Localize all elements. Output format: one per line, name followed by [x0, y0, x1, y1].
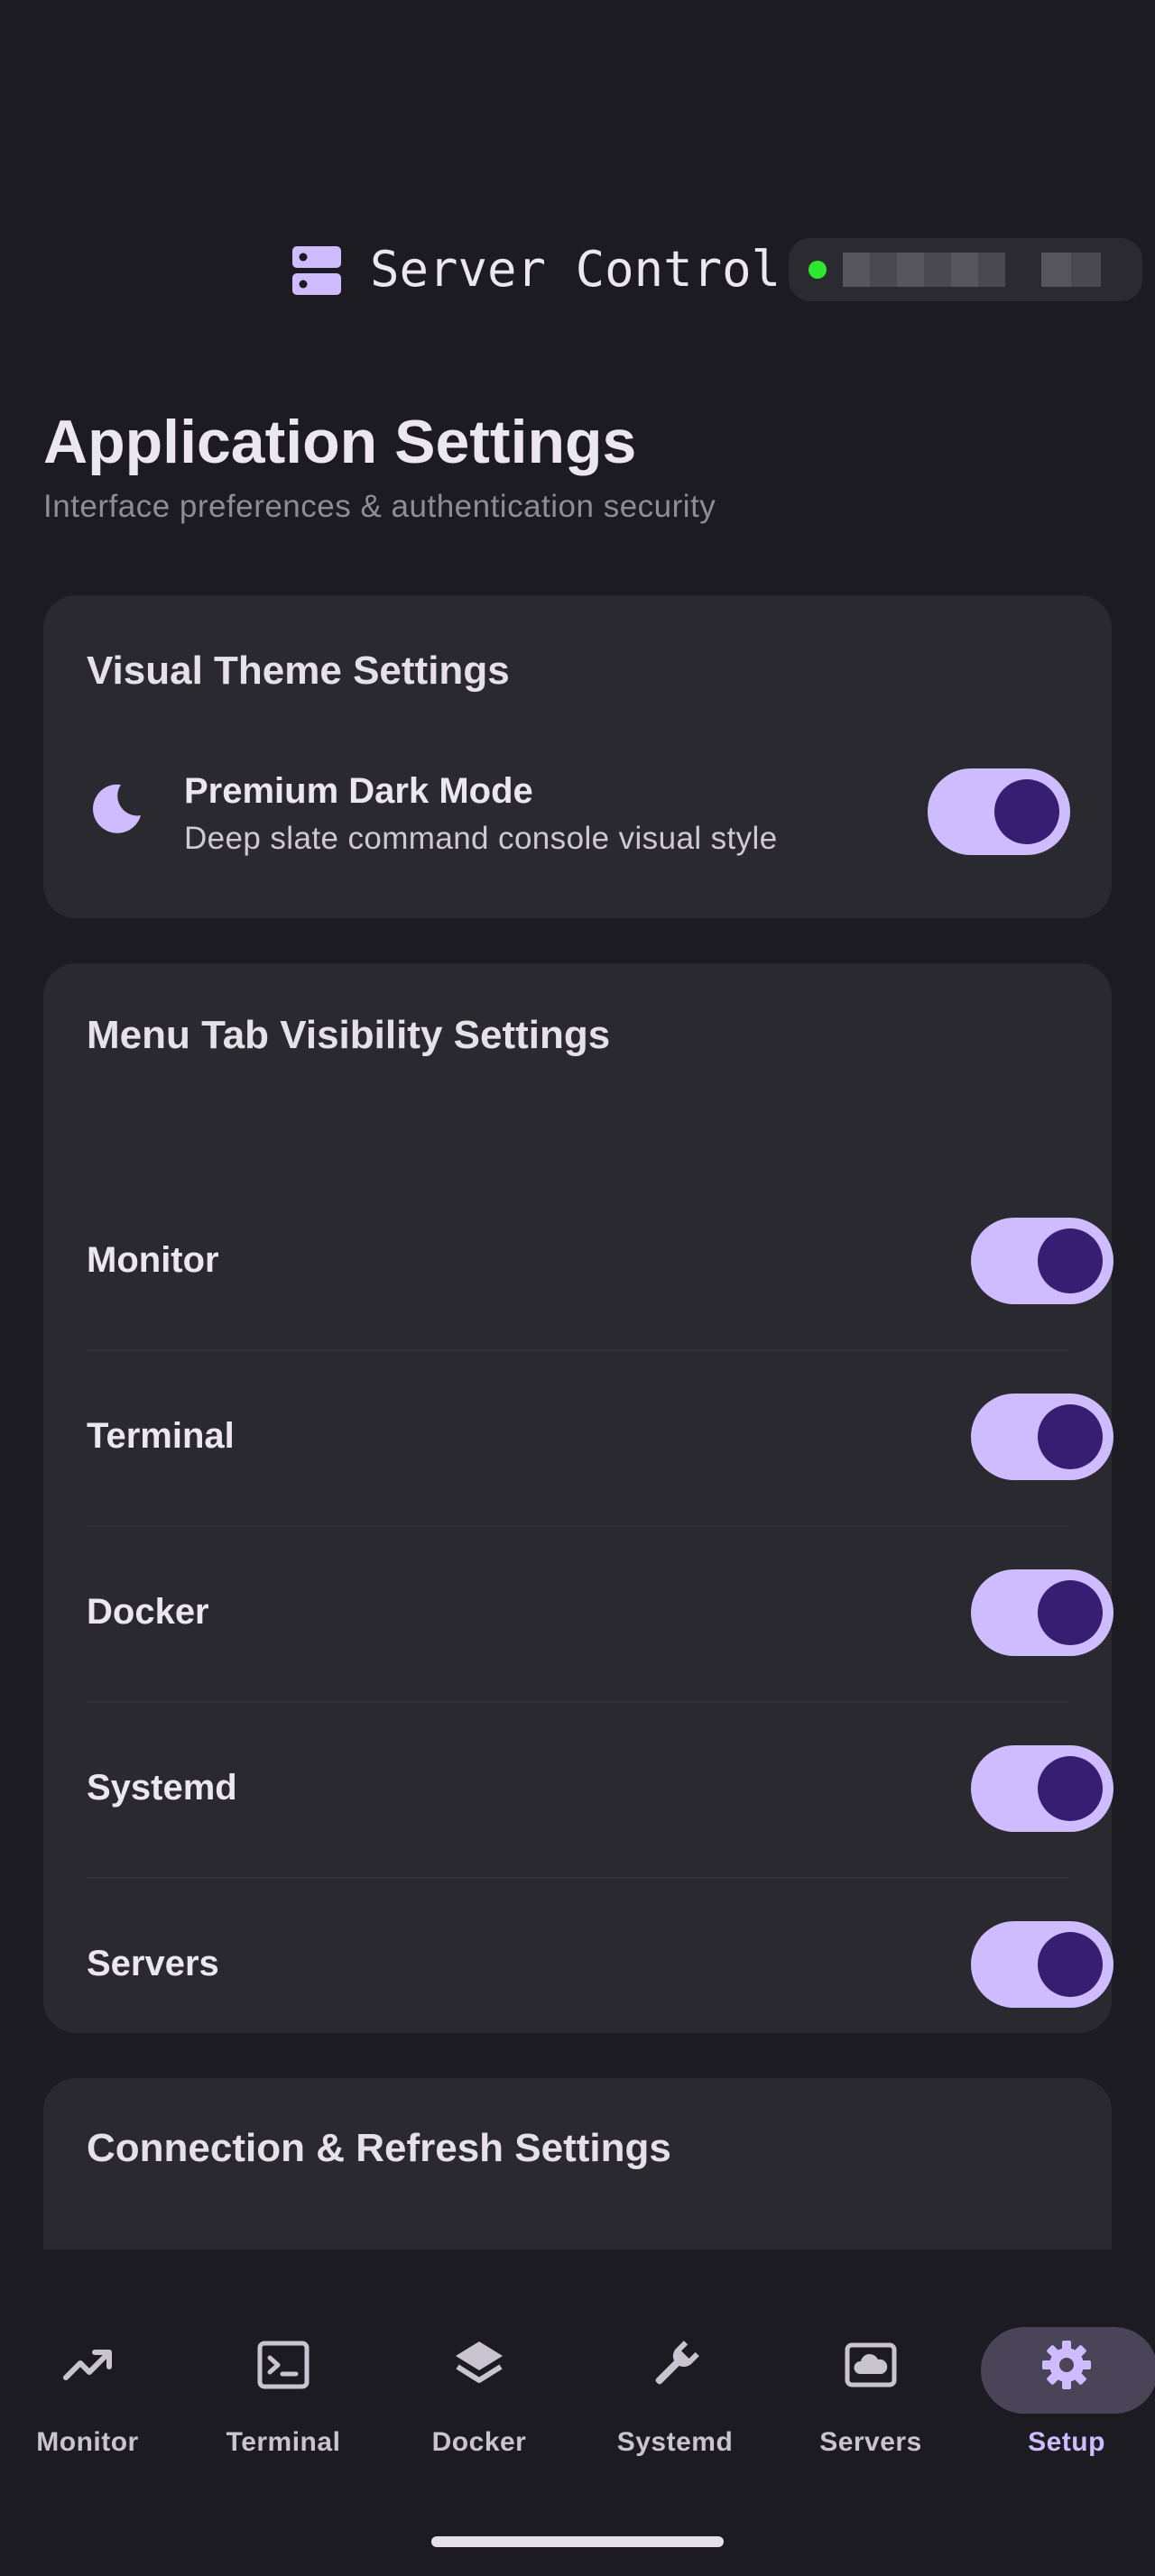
tab-visibility-row-systemd: Systemd — [87, 1702, 1113, 1879]
cloud-screen-icon — [845, 2342, 897, 2387]
tab-visibility-label: Monitor — [87, 1240, 219, 1280]
page-title: Application Settings — [43, 408, 637, 476]
redacted-host-block — [843, 253, 1005, 287]
tab-visibility-row-monitor: Monitor — [87, 1174, 1113, 1351]
terminal-visibility-toggle[interactable] — [971, 1394, 1113, 1480]
tab-visibility-row-servers: Servers — [87, 1878, 1113, 2053]
card-title: Visual Theme Settings — [87, 649, 510, 693]
status-indicator-dot — [808, 261, 827, 279]
tab-visibility-row-docker: Docker — [87, 1526, 1113, 1703]
dark-mode-label: Premium Dark Mode — [184, 771, 533, 811]
nav-label: Monitor — [36, 2427, 139, 2457]
systemd-visibility-toggle[interactable] — [971, 1745, 1113, 1832]
tab-visibility-label: Terminal — [87, 1416, 235, 1456]
toggle-knob — [1038, 1932, 1103, 1997]
trending-up-icon — [63, 2350, 112, 2380]
toggle-knob — [1038, 1580, 1103, 1645]
nav-tab-setup[interactable]: Setup — [976, 2249, 1155, 2484]
dark-mode-description: Deep slate command console visual style — [184, 821, 778, 856]
card-title: Menu Tab Visibility Settings — [87, 1013, 611, 1057]
menu-tab-visibility-card: Menu Tab Visibility Settings Monitor Ter… — [43, 963, 1113, 2033]
nav-label: Servers — [819, 2427, 922, 2457]
tab-visibility-label: Docker — [87, 1592, 209, 1632]
tab-visibility-label: Servers — [87, 1944, 219, 1983]
wrench-icon — [655, 2341, 699, 2385]
nav-tab-monitor[interactable]: Monitor — [0, 2249, 178, 2484]
bottom-navigation: Monitor Terminal Docker Systemd Servers … — [0, 2249, 1155, 2576]
monitor-visibility-toggle[interactable] — [971, 1218, 1113, 1304]
toggle-knob — [994, 779, 1059, 844]
visual-theme-card: Visual Theme Settings Premium Dark Mode … — [43, 595, 1112, 918]
nav-tab-docker[interactable]: Docker — [389, 2249, 569, 2484]
tab-visibility-row-terminal: Terminal — [87, 1350, 1113, 1527]
top-app-bar: Server Control — [0, 229, 1155, 310]
nav-tab-terminal[interactable]: Terminal — [193, 2249, 374, 2484]
home-indicator[interactable] — [431, 2536, 724, 2547]
toggle-knob — [1038, 1228, 1103, 1293]
nav-tab-systemd[interactable]: Systemd — [585, 2249, 765, 2484]
connection-status-chip[interactable] — [789, 238, 1142, 301]
docker-visibility-toggle[interactable] — [971, 1569, 1113, 1656]
layers-icon — [456, 2341, 503, 2383]
server-icon — [292, 246, 341, 295]
nav-label: Systemd — [616, 2427, 734, 2457]
nav-label: Setup — [1028, 2427, 1105, 2457]
nav-label: Docker — [431, 2427, 527, 2457]
app-title: Server Control — [370, 241, 781, 298]
gear-icon — [1042, 2341, 1091, 2389]
page-subtitle: Interface preferences & authentication s… — [43, 489, 716, 524]
tab-visibility-label: Systemd — [87, 1768, 237, 1808]
dark-mode-toggle[interactable] — [928, 768, 1070, 855]
servers-visibility-toggle[interactable] — [971, 1921, 1113, 2008]
toggle-knob — [1038, 1404, 1103, 1469]
toggle-knob — [1038, 1756, 1103, 1821]
redacted-host-block — [1041, 253, 1101, 287]
card-title: Connection & Refresh Settings — [87, 2126, 671, 2170]
moon-icon — [93, 784, 141, 833]
nav-label: Terminal — [226, 2427, 341, 2457]
connection-refresh-card: Connection & Refresh Settings — [43, 2078, 1112, 2249]
terminal-icon — [257, 2341, 310, 2389]
nav-tab-servers[interactable]: Servers — [781, 2249, 961, 2484]
